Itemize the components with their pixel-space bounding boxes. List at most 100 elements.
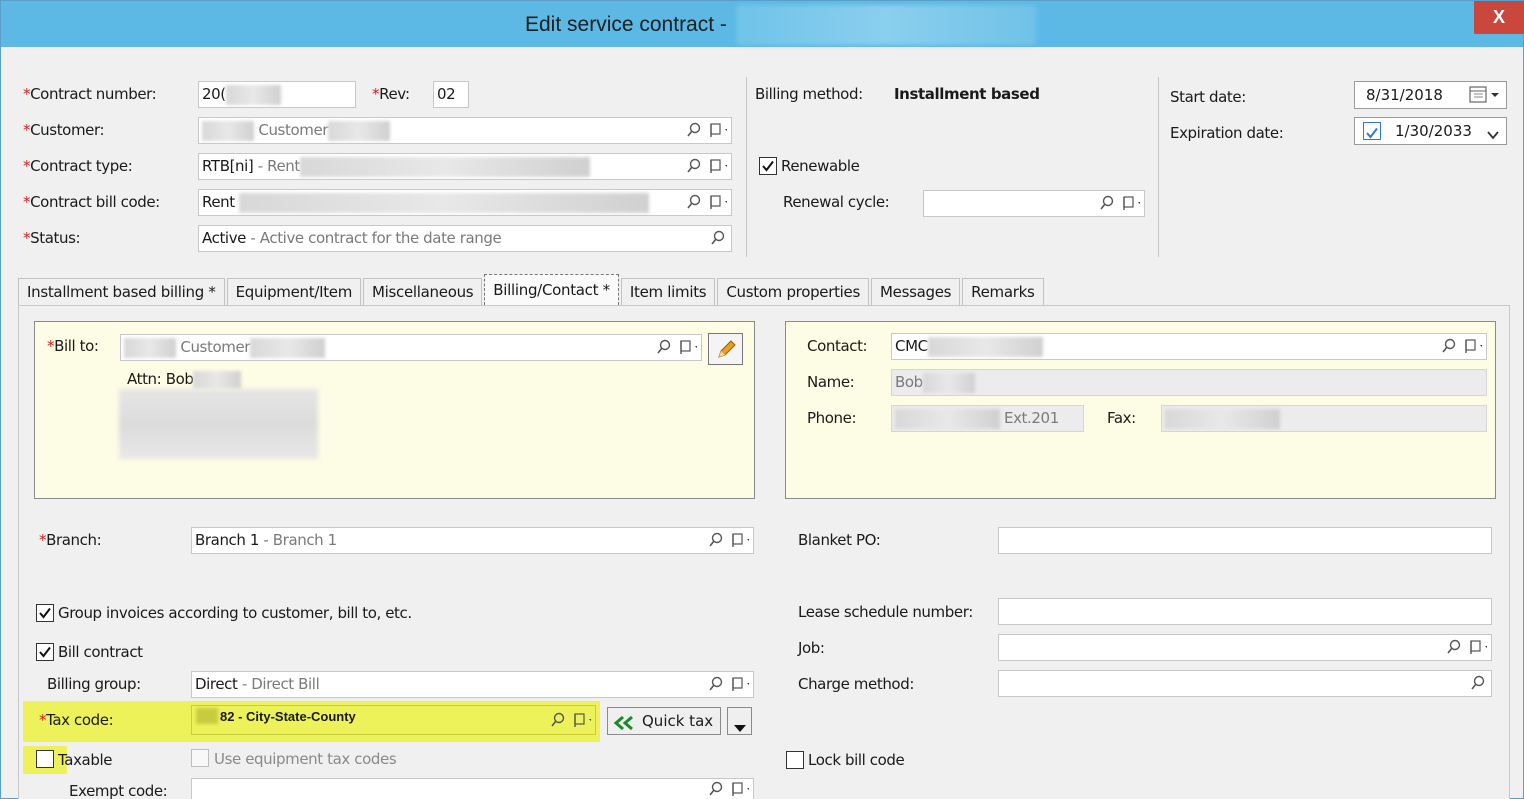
start-date-label: Start date: [1170, 88, 1246, 106]
quick-tax-button[interactable]: Quick tax [607, 707, 721, 735]
job-input[interactable] [998, 634, 1492, 661]
customer-input[interactable]: Customer [198, 117, 732, 144]
tab-installment-billing[interactable]: Installment based billing * [18, 278, 225, 305]
contract-type-label: *Contract type: [23, 157, 133, 175]
branch-input[interactable]: Branch 1 - Branch 1 [191, 527, 754, 554]
tax-code-input[interactable]: 82 - City-State-County [191, 705, 596, 735]
rev-input[interactable]: 02 [433, 81, 469, 108]
search-icon[interactable] [1469, 674, 1487, 692]
search-icon[interactable] [707, 531, 725, 549]
group-invoices-checkbox[interactable] [36, 604, 54, 622]
tab-billing-contact[interactable]: Billing/Contact * [484, 274, 619, 305]
flag-dropdown-icon[interactable] [1464, 337, 1482, 355]
lease-schedule-input[interactable] [998, 598, 1492, 625]
bill-contract-checkbox[interactable] [36, 643, 54, 661]
tab-remarks[interactable]: Remarks [962, 278, 1044, 305]
edit-bill-to-button[interactable] [708, 333, 743, 365]
flag-dropdown-icon[interactable] [709, 193, 727, 211]
billing-method-value: Installment based [894, 85, 1040, 103]
dropdown-arrow-icon [733, 716, 747, 742]
use-equipment-tax-checkbox[interactable] [191, 749, 209, 767]
use-equipment-tax-label: Use equipment tax codes [214, 750, 397, 768]
contact-input[interactable]: CMC [891, 333, 1487, 360]
edit-pencil-icon [715, 339, 737, 365]
blanket-po-label: Blanket PO: [798, 531, 881, 549]
tab-equipment-item[interactable]: Equipment/Item [226, 278, 362, 305]
flag-dropdown-icon[interactable] [731, 675, 749, 693]
tab-messages[interactable]: Messages [871, 278, 961, 305]
contract-type-input[interactable]: RTB[ni] - Rent [198, 153, 732, 180]
search-icon[interactable] [707, 675, 725, 693]
billing-method-label: Billing method: [755, 85, 863, 103]
start-date-picker[interactable]: 8/31/2018 [1354, 81, 1507, 109]
flag-dropdown-icon[interactable] [709, 121, 727, 139]
flag-dropdown-icon[interactable] [709, 157, 727, 175]
tab-item-limits[interactable]: Item limits [620, 278, 716, 305]
contract-bill-code-input[interactable]: Rent [198, 189, 732, 216]
bill-contract-label: Bill contract [58, 643, 143, 661]
name-label: Name: [807, 373, 855, 391]
fax-label: Fax: [1107, 409, 1136, 427]
chevron-down-icon[interactable] [1486, 124, 1500, 150]
tab-custom-properties[interactable]: Custom properties [717, 278, 869, 305]
search-icon[interactable] [685, 121, 703, 139]
search-icon[interactable] [707, 780, 725, 798]
exempt-code-input[interactable] [191, 778, 754, 799]
renewal-cycle-label: Renewal cycle: [783, 193, 890, 211]
lock-bill-code-checkbox[interactable] [786, 751, 804, 769]
renewable-checkbox[interactable] [759, 157, 777, 175]
bill-to-input[interactable]: Customer [120, 334, 702, 361]
attn-label: Attn: Bob [127, 370, 242, 389]
billing-group-input[interactable]: Direct - Direct Bill [191, 671, 754, 698]
flag-dropdown-icon[interactable] [731, 780, 749, 798]
close-button[interactable]: X [1474, 1, 1524, 34]
flag-dropdown-icon[interactable] [573, 711, 591, 729]
flag-dropdown-icon[interactable] [679, 338, 697, 356]
quick-tax-dropdown[interactable] [727, 707, 752, 735]
header-divider-2 [1158, 77, 1159, 257]
tab-miscellaneous[interactable]: Miscellaneous [363, 278, 483, 305]
flag-dropdown-icon[interactable] [1122, 194, 1140, 212]
lease-schedule-label: Lease schedule number: [798, 603, 973, 621]
expiration-date-value: 1/30/2033 [1395, 122, 1472, 140]
job-label: Job: [798, 639, 825, 657]
header-divider [746, 77, 747, 257]
search-icon[interactable] [1098, 194, 1116, 212]
search-icon[interactable] [1440, 337, 1458, 355]
redacted-title [736, 5, 1036, 45]
search-icon[interactable] [655, 338, 673, 356]
exempt-code-label: Exempt code: [69, 782, 168, 799]
status-label: *Status: [23, 229, 81, 247]
search-icon[interactable] [685, 157, 703, 175]
fax-input [1161, 405, 1487, 432]
lock-bill-code-label: Lock bill code [808, 751, 905, 769]
search-icon[interactable] [549, 711, 567, 729]
charge-method-input[interactable] [998, 670, 1492, 697]
contract-number-input[interactable]: 20( [198, 81, 356, 108]
quick-tax-chevron-icon [613, 713, 637, 739]
name-input: Bob [891, 369, 1487, 396]
charge-method-label: Charge method: [798, 675, 914, 693]
contract-bill-code-label: *Contract bill code: [23, 193, 160, 211]
group-invoices-label: Group invoices according to customer, bi… [58, 604, 412, 622]
customer-label: *Customer: [23, 121, 105, 139]
expiration-date-picker[interactable]: 1/30/2033 [1354, 117, 1507, 145]
renewal-cycle-input[interactable] [923, 190, 1145, 217]
search-icon[interactable] [709, 229, 727, 247]
flag-dropdown-icon[interactable] [731, 531, 749, 549]
tab-strip: Installment based billing * Equipment/It… [18, 274, 1046, 306]
status-input[interactable]: Active - Active contract for the date ra… [198, 225, 732, 252]
search-icon[interactable] [1445, 638, 1463, 656]
window-title: Edit service contract - [525, 13, 727, 36]
search-icon[interactable] [685, 193, 703, 211]
expiration-date-label: Expiration date: [1170, 124, 1284, 142]
calendar-icon[interactable] [1468, 85, 1502, 113]
flag-dropdown-icon[interactable] [1469, 638, 1487, 656]
expiration-enabled-checkbox[interactable] [1363, 122, 1381, 140]
taxable-checkbox[interactable] [36, 750, 54, 768]
blanket-po-input[interactable] [998, 527, 1492, 554]
taxable-label: Taxable [58, 751, 113, 769]
tax-code-label: *Tax code: [39, 711, 114, 729]
quick-tax-label: Quick tax [642, 712, 714, 730]
billing-group-label: Billing group: [47, 675, 141, 693]
